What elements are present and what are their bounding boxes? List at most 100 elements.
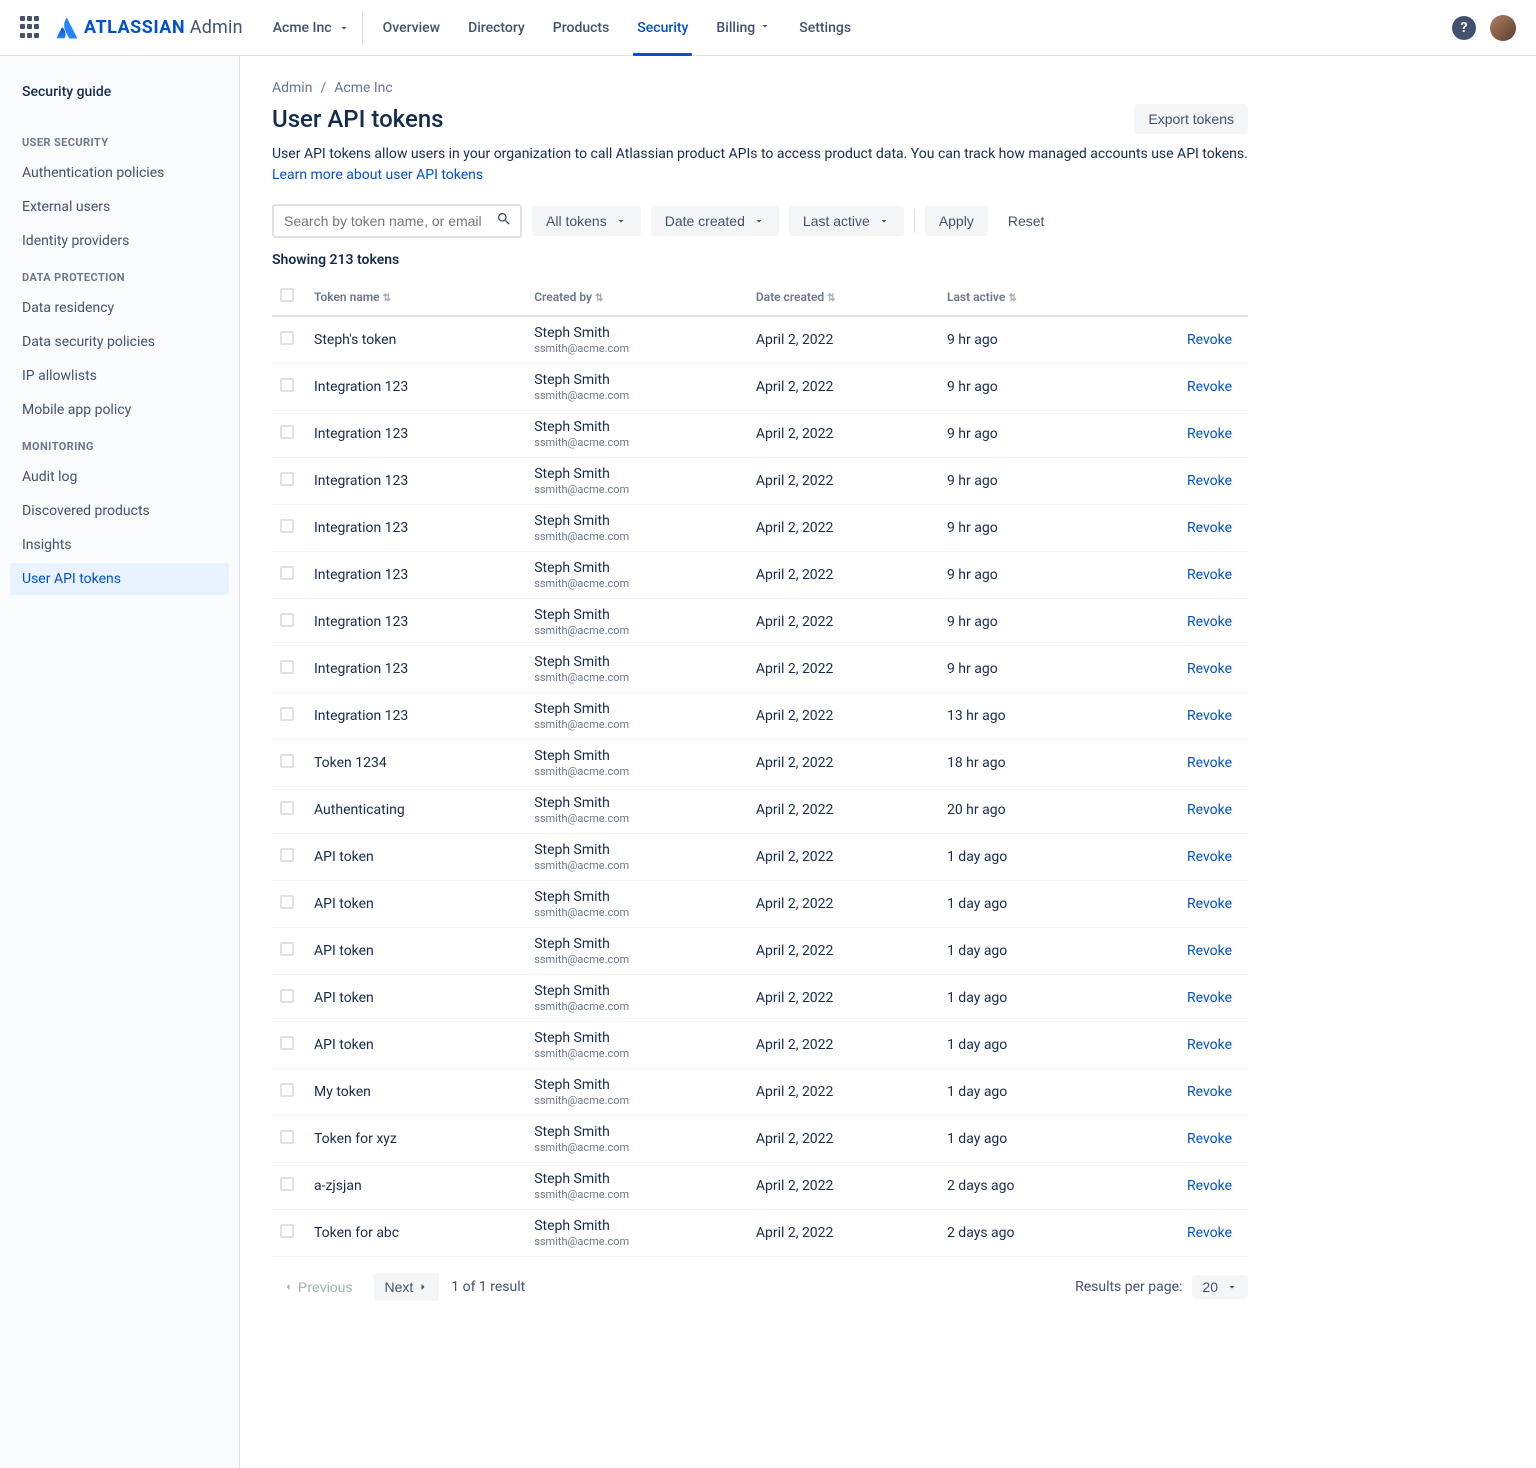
export-tokens-button[interactable]: Export tokens (1134, 104, 1248, 134)
col-last-active[interactable]: Last active⇅ (939, 278, 1110, 316)
cell-date-created: April 2, 2022 (748, 1021, 939, 1068)
sidebar-item-audit-log[interactable]: Audit log (10, 461, 229, 493)
reset-button[interactable]: Reset (998, 206, 1055, 236)
row-checkbox[interactable] (280, 1177, 294, 1191)
sidebar-item-mobile-app-policy[interactable]: Mobile app policy (10, 394, 229, 426)
row-checkbox[interactable] (280, 378, 294, 392)
logo[interactable]: ATLASSIAN Admin (56, 17, 243, 39)
row-checkbox[interactable] (280, 1224, 294, 1238)
cell-date-created: April 2, 2022 (748, 551, 939, 598)
revoke-link[interactable]: Revoke (1187, 332, 1232, 348)
select-all-checkbox[interactable] (280, 288, 294, 302)
row-checkbox[interactable] (280, 801, 294, 815)
sidebar-item-external-users[interactable]: External users (10, 191, 229, 223)
filter-last-active[interactable]: Last active (789, 206, 904, 236)
cell-created-by: Steph Smithssmith@acme.com (526, 1209, 748, 1256)
cell-date-created: April 2, 2022 (748, 1162, 939, 1209)
sidebar-item-user-api-tokens[interactable]: User API tokens (10, 563, 229, 595)
logo-brand: ATLASSIAN (84, 17, 185, 38)
next-button[interactable]: Next (374, 1273, 439, 1301)
avatar[interactable] (1490, 15, 1516, 41)
breadcrumb-admin[interactable]: Admin (272, 80, 312, 96)
row-checkbox[interactable] (280, 519, 294, 533)
row-checkbox[interactable] (280, 895, 294, 909)
search-input[interactable] (272, 204, 522, 238)
filter-all-tokens[interactable]: All tokens (532, 206, 641, 236)
row-checkbox[interactable] (280, 989, 294, 1003)
table-row: My tokenSteph Smithssmith@acme.comApril … (272, 1068, 1248, 1115)
revoke-link[interactable]: Revoke (1187, 896, 1232, 912)
sidebar-item-ip-allowlists[interactable]: IP allowlists (10, 360, 229, 392)
row-checkbox[interactable] (280, 331, 294, 345)
tokens-table: Token name⇅ Created by⇅ Date created⇅ La… (272, 278, 1248, 1257)
row-checkbox[interactable] (280, 1036, 294, 1050)
revoke-link[interactable]: Revoke (1187, 661, 1232, 677)
logo-suffix: Admin (190, 17, 243, 38)
revoke-link[interactable]: Revoke (1187, 1037, 1232, 1053)
rpp-selector[interactable]: 20 (1192, 1275, 1248, 1299)
cell-created-by: Steph Smithssmith@acme.com (526, 410, 748, 457)
row-checkbox[interactable] (280, 425, 294, 439)
revoke-link[interactable]: Revoke (1187, 708, 1232, 724)
row-checkbox[interactable] (280, 472, 294, 486)
org-selector[interactable]: Acme Inc (261, 12, 363, 44)
cell-date-created: April 2, 2022 (748, 1209, 939, 1256)
cell-date-created: April 2, 2022 (748, 410, 939, 457)
cell-last-active: 1 day ago (939, 833, 1110, 880)
revoke-link[interactable]: Revoke (1187, 473, 1232, 489)
cell-created-by: Steph Smithssmith@acme.com (526, 645, 748, 692)
learn-more-link[interactable]: Learn more about user API tokens (272, 167, 483, 183)
row-checkbox[interactable] (280, 1130, 294, 1144)
col-token-name[interactable]: Token name⇅ (306, 278, 526, 316)
sidebar-item-data-residency[interactable]: Data residency (10, 292, 229, 324)
row-checkbox[interactable] (280, 942, 294, 956)
revoke-link[interactable]: Revoke (1187, 614, 1232, 630)
row-checkbox[interactable] (280, 848, 294, 862)
cell-token-name: Integration 123 (306, 551, 526, 598)
revoke-link[interactable]: Revoke (1187, 379, 1232, 395)
sidebar-item-data-security-policies[interactable]: Data security policies (10, 326, 229, 358)
col-created-by[interactable]: Created by⇅ (526, 278, 748, 316)
revoke-link[interactable]: Revoke (1187, 520, 1232, 536)
row-checkbox[interactable] (280, 613, 294, 627)
nav-tab-settings[interactable]: Settings (787, 0, 863, 56)
sidebar-security-guide[interactable]: Security guide (10, 76, 229, 108)
row-checkbox[interactable] (280, 754, 294, 768)
revoke-link[interactable]: Revoke (1187, 1131, 1232, 1147)
cell-last-active: 2 days ago (939, 1209, 1110, 1256)
prev-button[interactable]: Previous (272, 1273, 362, 1301)
revoke-link[interactable]: Revoke (1187, 567, 1232, 583)
table-row: Integration 123Steph Smithssmith@acme.co… (272, 551, 1248, 598)
sidebar-item-authentication-policies[interactable]: Authentication policies (10, 157, 229, 189)
revoke-link[interactable]: Revoke (1187, 990, 1232, 1006)
revoke-link[interactable]: Revoke (1187, 943, 1232, 959)
filter-date-created[interactable]: Date created (651, 206, 779, 236)
revoke-link[interactable]: Revoke (1187, 1084, 1232, 1100)
sidebar-item-discovered-products[interactable]: Discovered products (10, 495, 229, 527)
nav-tab-billing[interactable]: Billing (704, 0, 783, 56)
help-icon[interactable]: ? (1452, 16, 1476, 40)
row-checkbox[interactable] (280, 660, 294, 674)
sidebar-item-insights[interactable]: Insights (10, 529, 229, 561)
row-checkbox[interactable] (280, 707, 294, 721)
cell-created-by: Steph Smithssmith@acme.com (526, 1162, 748, 1209)
nav-tab-security[interactable]: Security (625, 0, 700, 56)
revoke-link[interactable]: Revoke (1187, 802, 1232, 818)
col-date-created[interactable]: Date created⇅ (748, 278, 939, 316)
revoke-link[interactable]: Revoke (1187, 1225, 1232, 1241)
nav-tab-directory[interactable]: Directory (456, 0, 537, 56)
cell-token-name: Token for xyz (306, 1115, 526, 1162)
nav-tab-products[interactable]: Products (541, 0, 622, 56)
row-checkbox[interactable] (280, 566, 294, 580)
nav-tab-overview[interactable]: Overview (371, 0, 452, 56)
row-checkbox[interactable] (280, 1083, 294, 1097)
revoke-link[interactable]: Revoke (1187, 1178, 1232, 1194)
revoke-link[interactable]: Revoke (1187, 849, 1232, 865)
revoke-link[interactable]: Revoke (1187, 426, 1232, 442)
app-switcher-icon[interactable] (20, 16, 44, 40)
revoke-link[interactable]: Revoke (1187, 755, 1232, 771)
breadcrumb-org[interactable]: Acme Inc (334, 80, 393, 96)
sidebar-item-identity-providers[interactable]: Identity providers (10, 225, 229, 257)
apply-button[interactable]: Apply (925, 206, 988, 236)
cell-token-name: API token (306, 1021, 526, 1068)
